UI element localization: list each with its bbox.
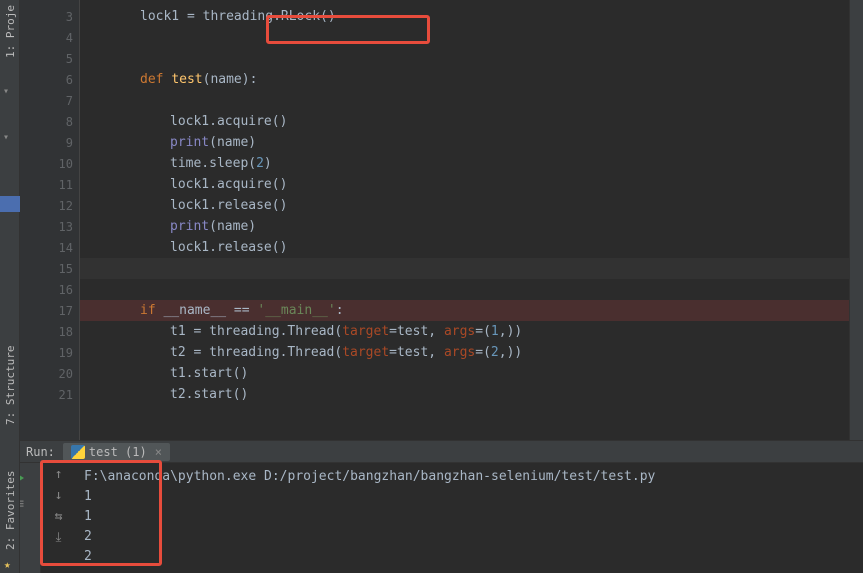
run-tab-name: test (1) xyxy=(89,445,147,459)
console-output[interactable]: F:\anaconda\python.exe D:/project/bangzh… xyxy=(76,463,863,573)
code-editor[interactable]: lock1 = threading.RLock() def test(name)… xyxy=(80,0,849,440)
line-number[interactable]: 15 xyxy=(20,258,79,279)
line-number[interactable]: 19 xyxy=(20,342,79,363)
run-label: Run: xyxy=(26,445,55,459)
collapse-icon[interactable]: ▾ xyxy=(3,132,9,143)
line-number[interactable]: 20 xyxy=(20,363,79,384)
code-line: print(name) xyxy=(80,216,849,237)
soft-wrap-icon[interactable]: ⇆ xyxy=(55,509,63,524)
structure-tool-tab[interactable]: 7: Structure xyxy=(4,346,17,425)
run-header: Run: test (1) × xyxy=(0,441,863,463)
line-number[interactable]: 6 xyxy=(20,69,79,90)
code-line: lock1.release() xyxy=(80,195,849,216)
code-line: lock1.acquire() xyxy=(80,111,849,132)
code-line: lock1.release() xyxy=(80,237,849,258)
code-line: time.sleep(2) xyxy=(80,153,849,174)
code-line: t2.start() xyxy=(80,384,849,405)
line-number[interactable]: 14⊟ xyxy=(20,237,79,258)
output-line: 2 xyxy=(84,527,855,547)
star-icon: ★ xyxy=(4,558,11,571)
collapse-icon[interactable]: ▾ xyxy=(3,86,9,97)
code-line: def test(name): xyxy=(80,69,849,90)
scroll-to-end-icon[interactable]: ⤓ xyxy=(56,530,62,545)
line-number[interactable]: 7 xyxy=(20,90,79,111)
code-line: lock1.acquire() xyxy=(80,174,849,195)
line-number[interactable]: 21⊟ xyxy=(20,384,79,405)
run-tab[interactable]: test (1) × xyxy=(63,443,170,461)
up-arrow-icon[interactable]: ↑ xyxy=(55,467,63,482)
code-line: lock1 = threading.RLock() xyxy=(80,6,849,27)
output-line: 1 xyxy=(84,487,855,507)
line-number[interactable]: 8 xyxy=(20,111,79,132)
line-number[interactable]: 11 xyxy=(20,174,79,195)
output-line: 1 xyxy=(84,507,855,527)
selection-indicator xyxy=(0,196,20,212)
line-number[interactable]: 16 xyxy=(20,279,79,300)
line-number[interactable]: 9 xyxy=(20,132,79,153)
run-tool-window: Run: test (1) × ≡ ↑ ↓ ⇆ ⤓ F:\anaconda\py… xyxy=(0,440,863,573)
line-number[interactable]: 4 xyxy=(20,27,79,48)
editor-scrollbar[interactable] xyxy=(849,0,863,440)
left-tool-strip: 1: Proje ▾ ▾ 7: Structure xyxy=(0,0,20,440)
output-line: F:\anaconda\python.exe D:/project/bangzh… xyxy=(84,467,855,487)
python-icon xyxy=(71,445,85,459)
output-line: 2 xyxy=(84,547,855,567)
run-side-toolbar: ↑ ↓ ⇆ ⤓ xyxy=(40,463,76,573)
favorites-tool-tab[interactable]: 2: Favorites xyxy=(4,471,17,550)
left-tool-strip-bottom: 2: Favorites ★ xyxy=(0,440,20,573)
line-number[interactable]: 10 xyxy=(20,153,79,174)
code-line: t1 = threading.Thread(target=test, args=… xyxy=(80,321,849,342)
code-line: if __name__ == '__main__': xyxy=(80,300,849,321)
code-line: t2 = threading.Thread(target=test, args=… xyxy=(80,342,849,363)
editor-gutter[interactable]: 3 4 5 6 7 8 9 10 11 12 13 14⊟ 15 16 17 1… xyxy=(20,0,80,440)
line-number[interactable]: 3 xyxy=(20,6,79,27)
line-number[interactable]: 13 xyxy=(20,216,79,237)
line-number[interactable]: 18 xyxy=(20,321,79,342)
code-line: t1.start() xyxy=(80,363,849,384)
code-line xyxy=(80,258,849,279)
close-icon[interactable]: × xyxy=(155,445,162,459)
project-tool-tab[interactable]: 1: Proje xyxy=(4,5,17,58)
code-line: print(name) xyxy=(80,132,849,153)
line-number[interactable]: 5 xyxy=(20,48,79,69)
line-number[interactable]: 12 xyxy=(20,195,79,216)
line-number[interactable]: 17 xyxy=(20,300,79,321)
down-arrow-icon[interactable]: ↓ xyxy=(55,488,63,503)
